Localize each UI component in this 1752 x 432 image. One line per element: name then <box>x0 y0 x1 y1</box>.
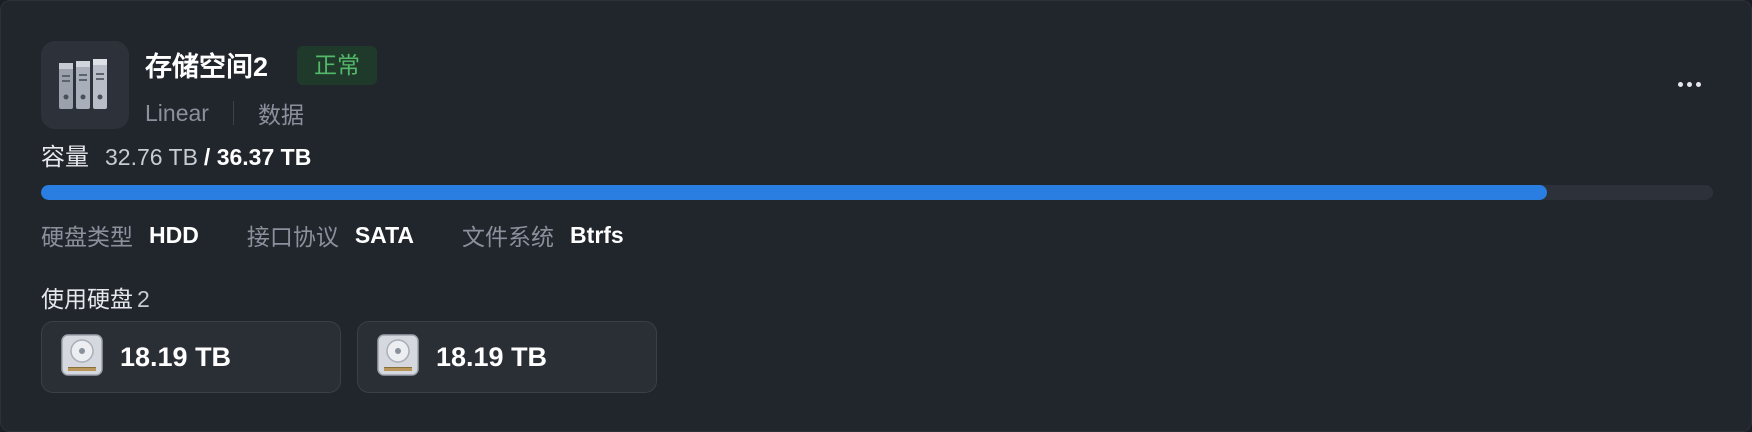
capacity-total: / 36.37 TB <box>203 144 312 170</box>
more-button[interactable] <box>1669 69 1709 99</box>
storage-pool-card: 存储空间2 正常 Linear 数据 容量 32.76 TB / 36.37 T… <box>0 0 1752 432</box>
property-label: 文件系统 <box>462 224 555 250</box>
property-value: SATA <box>354 221 415 248</box>
pool-meta: Linear 数据 <box>145 96 304 130</box>
disk-size: 18.19 TB <box>436 341 548 372</box>
disk-card[interactable]: 18.19 TB <box>41 321 341 393</box>
disk-card[interactable]: 18.19 TB <box>357 321 657 393</box>
storage-pool-icon <box>41 41 129 129</box>
property-disk-type: 硬盘类型 HDD <box>41 218 199 252</box>
disk-size: 18.19 TB <box>120 341 232 372</box>
capacity-used: 32.76 TB <box>105 144 198 170</box>
property-interface: 接口协议 SATA <box>247 218 414 252</box>
property-label: 接口协议 <box>246 224 339 250</box>
capacity-label: 容量 <box>41 144 89 171</box>
disks-heading: 使用硬盘 2 <box>41 282 150 316</box>
capacity-progress-fill <box>41 185 1547 200</box>
disk-list: 18.19 TB 18.19 TB <box>41 321 657 393</box>
capacity-row: 容量 32.76 TB / 36.37 TB <box>41 137 311 171</box>
disks-label: 使用硬盘 <box>41 286 133 312</box>
property-value: Btrfs <box>570 221 624 248</box>
hdd-icon <box>376 333 420 382</box>
pool-title: 存储空间2 <box>145 52 269 82</box>
capacity-progress-bar <box>41 185 1713 200</box>
properties-row: 硬盘类型 HDD 接口协议 SATA 文件系统 Btrfs <box>41 218 672 252</box>
property-label: 硬盘类型 <box>41 224 133 250</box>
more-icon <box>1677 81 1683 87</box>
property-filesystem: 文件系统 Btrfs <box>462 218 624 252</box>
status-badge: 正常 <box>297 46 377 85</box>
hdd-icon <box>60 333 104 382</box>
property-value: HDD <box>149 221 199 248</box>
usage-type: 数据 <box>257 102 304 128</box>
meta-divider <box>232 101 234 125</box>
disks-count: 2 <box>137 286 150 312</box>
raid-type: Linear <box>145 99 209 126</box>
